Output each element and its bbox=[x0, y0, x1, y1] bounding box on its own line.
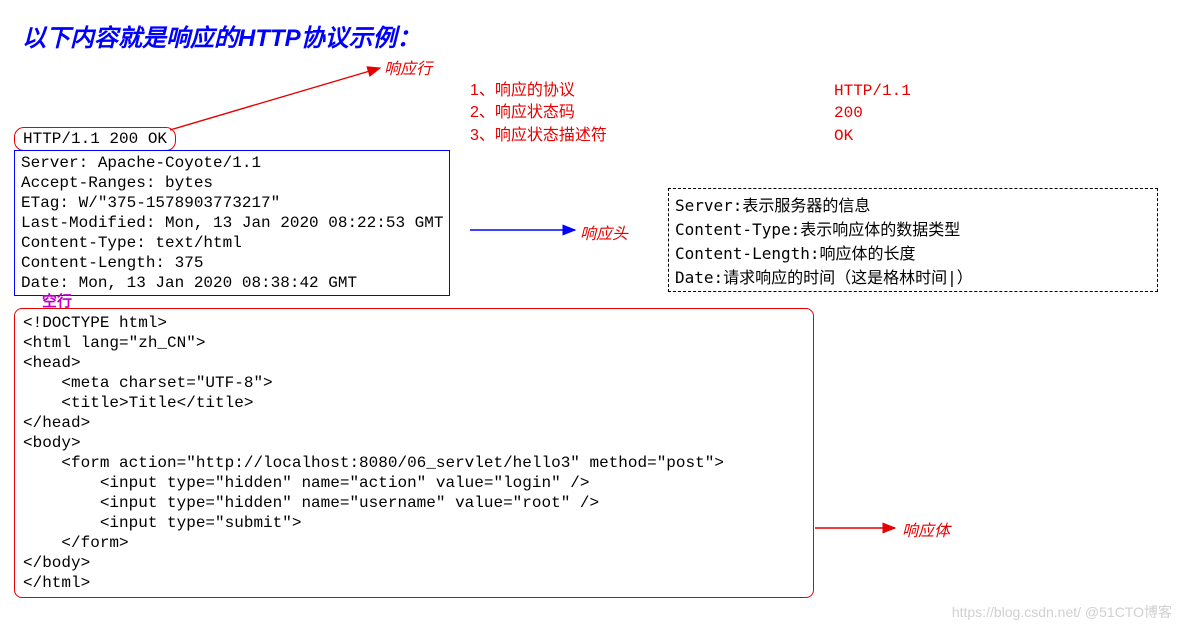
header-explain-box: Server:表示服务器的信息 Content-Type:表示响应体的数据类型 … bbox=[668, 188, 1158, 292]
response-line-item: 2、响应状态码 bbox=[470, 102, 607, 124]
http-headers: Server: Apache-Coyote/1.1 Accept-Ranges:… bbox=[14, 150, 450, 296]
status-line: HTTP/1.1 200 OK bbox=[14, 127, 176, 151]
page-title: 以下内容就是响应的HTTP协议示例： bbox=[22, 18, 421, 53]
arrow-to-response-line bbox=[170, 68, 380, 130]
response-header-label: 响应头 bbox=[580, 220, 628, 244]
response-line-list: 1、响应的协议 2、响应状态码 3、响应状态描述符 bbox=[470, 80, 607, 147]
response-line-value: OK bbox=[834, 125, 911, 147]
explain-line: Date:请求响应的时间（这是格林时间|） bbox=[675, 264, 1151, 288]
explain-line: Server:表示服务器的信息 bbox=[675, 192, 1151, 216]
explain-line: Content-Type:表示响应体的数据类型 bbox=[675, 216, 1151, 240]
explain-line: Content-Length:响应体的长度 bbox=[675, 240, 1151, 264]
response-line-item: 3、响应状态描述符 bbox=[470, 125, 607, 147]
response-line-values: HTTP/1.1 200 OK bbox=[834, 80, 911, 147]
response-body-label: 响应体 bbox=[902, 517, 950, 541]
http-body: <!DOCTYPE html> <html lang="zh_CN"> <hea… bbox=[14, 308, 814, 598]
response-line-value: 200 bbox=[834, 102, 911, 124]
response-line-value: HTTP/1.1 bbox=[834, 80, 911, 102]
response-line-label: 响应行 bbox=[384, 55, 432, 79]
response-line-item: 1、响应的协议 bbox=[470, 80, 607, 102]
watermark: https://blog.csdn.net/ @51CTO博客 bbox=[952, 602, 1172, 622]
